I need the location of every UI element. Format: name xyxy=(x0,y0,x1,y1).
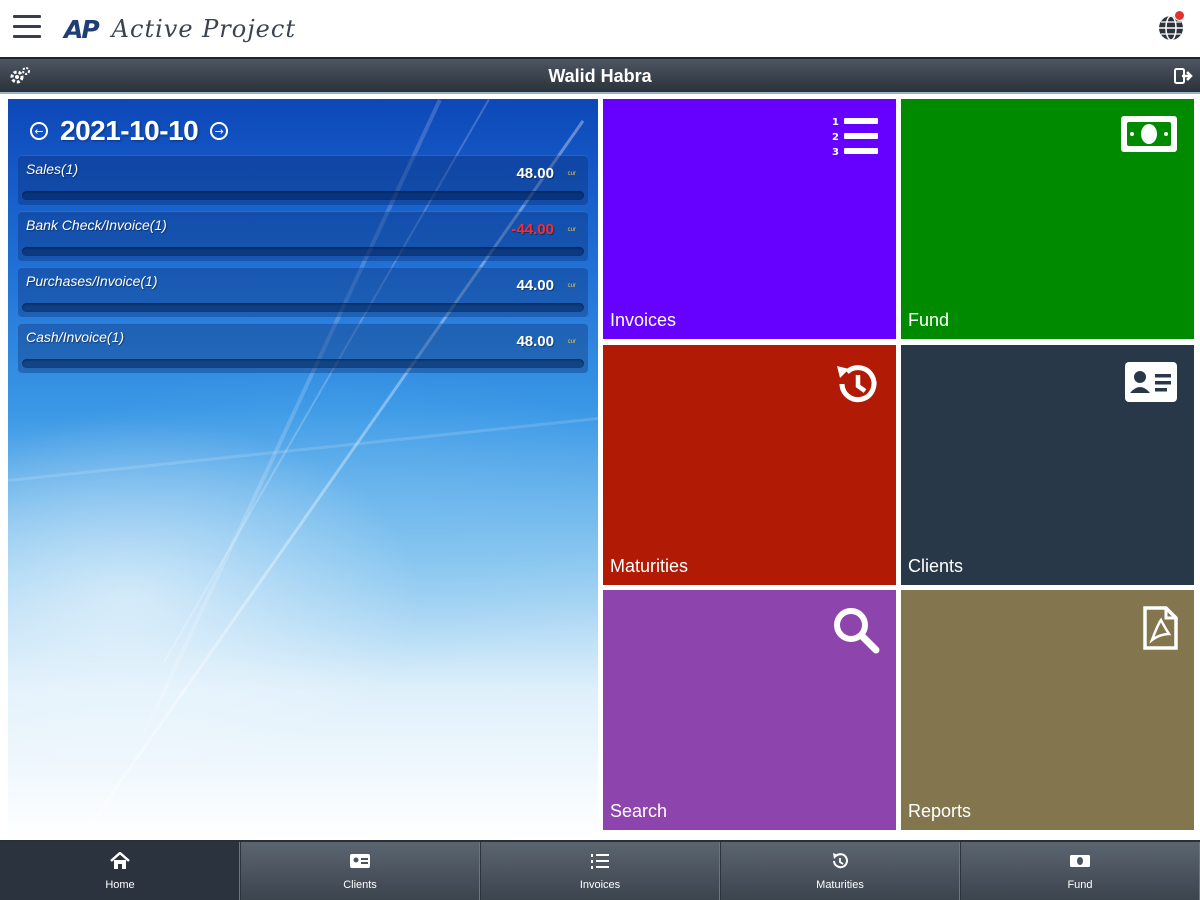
bottom-tab-bar: Home Clients Invoices Maturities Fund xyxy=(0,840,1200,900)
tab-invoices[interactable]: Invoices xyxy=(480,842,720,900)
id-card-icon xyxy=(350,854,370,868)
tile-reports[interactable]: Reports xyxy=(901,590,1194,830)
history-icon xyxy=(837,365,877,403)
summary-row-amount: 48.00 xyxy=(516,165,554,182)
summary-progress-bar xyxy=(22,191,584,200)
tile-label: Fund xyxy=(908,310,950,330)
tab-label: Fund xyxy=(1067,879,1093,891)
banknote-icon xyxy=(1070,855,1090,867)
tile-clients[interactable]: Clients xyxy=(901,345,1194,585)
hamburger-menu-icon[interactable] xyxy=(13,15,41,39)
summary-row-label: Bank Check/Invoice(1) xyxy=(26,217,167,233)
tile-invoices[interactable]: 1 2 3 Invoices xyxy=(603,99,896,339)
summary-row-amount: 44.00 xyxy=(516,277,554,294)
tile-label: Search xyxy=(610,801,668,821)
tab-home[interactable]: Home xyxy=(0,842,240,900)
tile-search[interactable]: Search xyxy=(603,590,896,830)
summary-row-cash[interactable]: Cash/Invoice(1) 48.00 cur xyxy=(18,323,588,373)
tile-label: Invoices xyxy=(610,310,677,330)
summary-row-purchases[interactable]: Purchases/Invoice(1) 44.00 cur xyxy=(18,267,588,317)
summary-row-label: Sales(1) xyxy=(26,161,79,177)
app-header: AP Active Project xyxy=(0,0,1200,57)
svg-text:2: 2 xyxy=(832,132,839,143)
logo-mark: AP xyxy=(64,14,100,44)
currency-label: cur xyxy=(567,227,576,233)
notification-badge xyxy=(1174,10,1185,21)
tab-maturities[interactable]: Maturities xyxy=(720,842,960,900)
home-icon xyxy=(110,852,130,869)
id-card-icon xyxy=(1125,362,1177,402)
user-bar: Walid Habra xyxy=(0,57,1200,94)
previous-date-icon[interactable]: ← xyxy=(30,122,48,140)
summary-row-bank-check[interactable]: Bank Check/Invoice(1) -44.00 cur xyxy=(18,211,588,261)
tab-fund[interactable]: Fund xyxy=(960,842,1200,900)
summary-row-amount: -44.00 xyxy=(511,221,554,238)
pdf-file-icon xyxy=(1143,606,1178,650)
next-date-icon[interactable]: → xyxy=(210,122,229,140)
tile-label: Maturities xyxy=(610,556,689,576)
tile-maturities[interactable]: Maturities xyxy=(603,345,896,585)
logout-icon[interactable] xyxy=(1174,67,1194,85)
currency-label: cur xyxy=(567,339,576,345)
currency-label: cur xyxy=(567,283,576,289)
numbered-list-icon: 1 2 3 xyxy=(832,117,878,158)
summary-row-sales[interactable]: Sales(1) 48.00 cur xyxy=(18,155,588,205)
summary-progress-bar xyxy=(22,247,584,256)
summary-progress-bar xyxy=(22,303,584,312)
tile-label: Reports xyxy=(908,801,972,821)
summary-progress-bar xyxy=(22,359,584,368)
tab-label: Home xyxy=(105,879,135,891)
currency-label: cur xyxy=(567,171,576,177)
numbered-list-icon xyxy=(591,854,609,869)
summary-row-label: Cash/Invoice(1) xyxy=(26,329,125,345)
logo-text: Active Project xyxy=(111,15,296,43)
summary-row-amount: 48.00 xyxy=(516,333,554,350)
tab-label: Maturities xyxy=(816,879,864,891)
selected-date[interactable]: 2021-10-10 xyxy=(60,115,199,147)
background-streak xyxy=(8,416,598,482)
tab-label: Clients xyxy=(343,879,377,891)
tab-clients[interactable]: Clients xyxy=(240,842,480,900)
daily-summary-panel: ← 2021-10-10 → Sales(1) 48.00 cur Bank C… xyxy=(8,99,598,840)
history-icon xyxy=(833,853,848,869)
date-navigator: ← 2021-10-10 → xyxy=(30,113,229,149)
tile-fund[interactable]: Fund xyxy=(901,99,1194,339)
username: Walid Habra xyxy=(548,66,652,86)
svg-text:1: 1 xyxy=(832,117,839,128)
app-logo: AP Active Project xyxy=(64,12,296,46)
summary-row-label: Purchases/Invoice(1) xyxy=(26,273,158,289)
svg-text:3: 3 xyxy=(832,147,839,158)
banknote-icon xyxy=(1121,116,1177,152)
search-icon xyxy=(834,608,880,654)
tab-label: Invoices xyxy=(579,879,621,891)
tile-label: Clients xyxy=(908,556,964,576)
